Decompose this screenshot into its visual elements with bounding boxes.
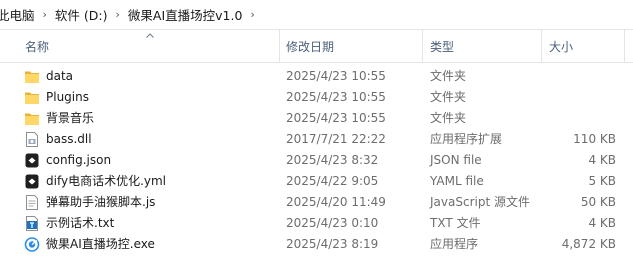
breadcrumb-this-pc[interactable]: 此电脑 — [0, 5, 35, 24]
column-divider[interactable] — [541, 30, 542, 62]
file-row[interactable]: Plugins 2025/4/23 10:55 文件夹 — [0, 87, 633, 108]
file-row[interactable]: 示例话术.txt 2025/4/23 0:10 TXT 文件 4 KB — [0, 213, 633, 234]
file-size — [536, 87, 616, 108]
file-row[interactable]: bass.dll 2017/7/21 22:22 应用程序扩展 110 KB — [0, 129, 633, 150]
file-size — [536, 66, 616, 87]
txt-file-icon — [24, 215, 40, 232]
file-modified-date: 2025/4/23 8:19 — [286, 237, 379, 251]
file-size: 4,872 KB — [561, 237, 616, 251]
file-size: 4 KB — [588, 216, 616, 230]
column-type-header[interactable]: 类型 — [430, 30, 454, 62]
file-size — [536, 108, 616, 129]
file-row[interactable]: data 2025/4/23 10:55 文件夹 — [0, 66, 633, 87]
file-row[interactable]: 弹幕助手油猴脚本.js 2025/4/20 11:49 JavaScript 源文件… — [0, 192, 633, 213]
breadcrumb: 此电脑 › 软件 (D:) › 微果AI直播场控v1.0 › — [0, 0, 633, 30]
column-name-header[interactable]: 名称 — [25, 30, 49, 62]
file-name: data — [46, 69, 74, 83]
file-type: 应用程序扩展 — [430, 132, 503, 146]
file-modified-date: 2025/4/23 10:55 — [286, 69, 386, 83]
file-size: 50 KB — [580, 195, 616, 209]
file-name: dify电商话术优化.yml — [46, 174, 167, 188]
file-type: 文件夹 — [430, 111, 467, 125]
file-name: 背景音乐 — [46, 111, 95, 125]
file-type: 应用程序 — [430, 237, 479, 251]
column-modified-header[interactable]: 修改日期 — [286, 30, 334, 62]
column-size-header[interactable]: 大小 — [549, 30, 573, 62]
exe-app-icon — [24, 236, 40, 253]
yaml-file-icon — [24, 173, 40, 190]
folder-icon — [24, 68, 40, 85]
file-type: YAML file — [430, 174, 484, 188]
column-divider[interactable] — [422, 30, 423, 62]
js-file-icon — [24, 194, 40, 211]
file-type: 文件夹 — [430, 69, 467, 83]
breadcrumb-drive-d[interactable]: 软件 (D:) — [55, 5, 108, 24]
file-name: Plugins — [46, 90, 89, 104]
file-name: bass.dll — [46, 132, 92, 146]
breadcrumb-current-folder[interactable]: 微果AI直播场控v1.0 — [128, 5, 243, 24]
dll-file-icon — [24, 131, 40, 148]
file-size: 4 KB — [588, 153, 616, 167]
column-divider[interactable] — [279, 30, 280, 62]
file-row[interactable]: 微果AI直播场控.exe 2025/4/23 8:19 应用程序 4,872 KB — [0, 234, 633, 255]
file-size: 110 KB — [573, 132, 616, 146]
file-row[interactable]: config.json 2025/4/23 8:32 JSON file 4 KB — [0, 150, 633, 171]
file-name: 弹幕助手油猴脚本.js — [46, 195, 156, 209]
folder-icon — [24, 89, 40, 106]
sort-ascending-icon — [146, 33, 154, 38]
file-modified-date: 2025/4/22 9:05 — [286, 174, 379, 188]
file-modified-date: 2025/4/23 10:55 — [286, 111, 386, 125]
file-name: 微果AI直播场控.exe — [46, 237, 155, 251]
file-modified-date: 2025/4/23 10:55 — [286, 90, 386, 104]
file-modified-date: 2017/7/21 22:22 — [286, 132, 386, 146]
column-divider[interactable] — [624, 30, 625, 62]
file-modified-date: 2025/4/20 11:49 — [286, 195, 386, 209]
file-type: JavaScript 源文件 — [430, 195, 530, 209]
file-modified-date: 2025/4/23 0:10 — [286, 216, 379, 230]
json-file-icon — [24, 152, 40, 169]
breadcrumb-separator-icon[interactable]: › — [116, 8, 120, 21]
column-header-bar: 名称 修改日期 类型 大小 — [0, 30, 633, 63]
breadcrumb-separator-icon[interactable]: › — [250, 8, 254, 21]
file-row[interactable]: dify电商话术优化.yml 2025/4/22 9:05 YAML file 5 K… — [0, 171, 633, 192]
folder-icon — [24, 110, 40, 127]
breadcrumb-separator-icon[interactable]: › — [43, 8, 47, 21]
file-size: 5 KB — [588, 174, 616, 188]
file-type: 文件夹 — [430, 90, 467, 104]
file-name: config.json — [46, 153, 112, 167]
file-list: data 2025/4/23 10:55 文件夹 Plugins 2025/4/23 1… — [0, 66, 633, 255]
file-type: JSON file — [430, 153, 482, 167]
file-name: 示例话术.txt — [46, 216, 115, 230]
file-type: TXT 文件 — [430, 216, 481, 230]
file-modified-date: 2025/4/23 8:32 — [286, 153, 379, 167]
file-row[interactable]: 背景音乐 2025/4/23 10:55 文件夹 — [0, 108, 633, 129]
